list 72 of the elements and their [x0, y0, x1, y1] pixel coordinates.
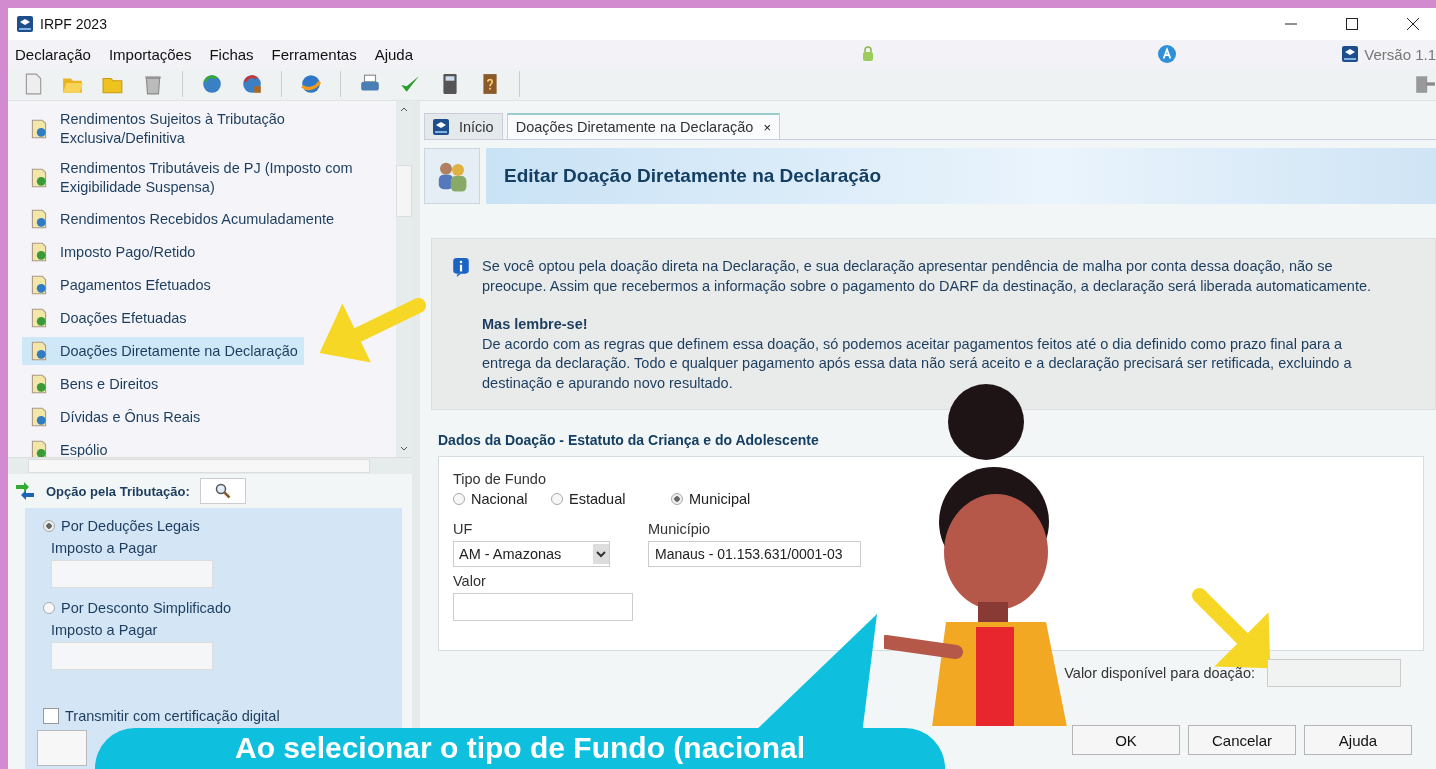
field-label: Valor disponível para doação: [1064, 665, 1255, 681]
close-icon[interactable] [1406, 17, 1420, 31]
sidebar-item[interactable]: Dívidas e Ônus Reais [22, 403, 205, 431]
menu-item[interactable]: Fichas [209, 45, 254, 63]
state-dropdown[interactable]: AM - Amazonas [453, 541, 610, 567]
sidebar-item[interactable]: Pagamentos Efetuados [22, 271, 215, 299]
menu-item[interactable]: Importações [108, 45, 192, 63]
dialog-button[interactable]: OK [1072, 725, 1180, 755]
field-label: UF [453, 521, 474, 537]
field-label: Município [648, 521, 712, 537]
sidebar-item[interactable]: Rendimentos Recebidos Acumuladamente [22, 205, 339, 233]
accessibility-icon[interactable] [1158, 45, 1177, 63]
sidebar-item[interactable]: Imposto Pago/Retido [22, 238, 200, 266]
radio-label: Nacional [471, 491, 528, 507]
field-label: Imposto a Pagar [51, 540, 159, 556]
action-button[interactable] [37, 730, 87, 766]
tab[interactable]: Doações Diretamente na Declaração × [506, 113, 781, 139]
tax-amount-field[interactable] [51, 642, 213, 670]
globe-icon[interactable] [300, 73, 322, 95]
version-label: Versão 1.1 [1364, 45, 1436, 63]
dropdown-caret-icon[interactable] [593, 544, 609, 564]
tab[interactable]: Início [424, 113, 503, 139]
radio-button[interactable] [43, 520, 55, 532]
tax-option-label: Opção pela Tributação: [46, 483, 190, 499]
page-title: Editar Doação Diretamente na Declaração [504, 165, 881, 187]
sidebar-item[interactable]: Rendimentos Sujeitos à Tributação Exclusiva/Definitiva [22, 107, 384, 151]
radio-label: Por Deduções Legais [61, 518, 200, 534]
lock-icon [862, 46, 875, 62]
tax-amount-field[interactable] [51, 560, 213, 588]
sidebar-item[interactable]: Rendimentos Tributáveis de PJ (Imposto com Exigibilidade Suspensa) [22, 156, 384, 200]
sidebar-item[interactable]: Bens e Direitos [22, 370, 163, 398]
tab-close-button[interactable]: × [763, 119, 772, 135]
field-label: Imposto a Pagar [51, 622, 159, 638]
dialog-button[interactable]: Ajuda [1304, 725, 1412, 755]
sidebar-item[interactable]: Doações Efetuadas [22, 304, 191, 332]
info-paragraph: Se você optou pela doação direta na Declaração, e sua declaração apresentar pendência de malha por conta dessa doação, não se preocupe. Assim que recebermos a informação sobre o pagamento do DARF da destinação, a declaração será liberada automaticamente. [482, 257, 1373, 296]
radio-button[interactable] [671, 493, 683, 505]
swap-arrows-icon [14, 481, 36, 501]
sidebar-item[interactable]: Doações Diretamente na Declaração [22, 337, 304, 365]
speech-text: Ao selecionar o tipo de Fundo (nacional [234, 731, 805, 766]
info-icon [452, 257, 470, 277]
section-title: Dados da Doação - Estatuto da Criança e do Adolescente [438, 432, 820, 448]
search-button[interactable] [199, 478, 246, 504]
info-heading: Mas lembre-se! [482, 315, 589, 334]
app-logo-icon [17, 16, 33, 32]
menu-item[interactable]: Ferramentas [271, 45, 357, 63]
menu-item[interactable]: Ajuda [374, 45, 413, 63]
municipality-field[interactable]: Manaus - 01.153.631/0001-03 [648, 541, 861, 567]
field-label: Tipo de Fundo [453, 471, 547, 487]
radio-button[interactable] [551, 493, 563, 505]
maximize-icon[interactable] [1345, 17, 1359, 31]
menu-item[interactable]: Declaração [15, 45, 91, 63]
info-paragraph: De acordo com as regras que definem essa doação, só podemos aceitar pagamentos feitos até o dia definido como prazo final para a entrega da declaração. Todo e qualquer pagamento após essa data não será aceito e a declaração precisará ser retificada, excluindo a destinação e apurando novo resultado. [482, 334, 1353, 393]
search-icon [214, 483, 231, 499]
checkbox[interactable] [43, 708, 59, 724]
radio-label: Por Desconto Simplificado [61, 600, 232, 616]
radio-button[interactable] [43, 602, 55, 614]
app-logo-icon [1342, 46, 1359, 62]
radio-label: Municipal [689, 491, 751, 507]
horizontal-scrollbar[interactable] [8, 457, 412, 474]
app-logo-icon [433, 118, 449, 135]
dialog-button[interactable]: Cancelar [1188, 725, 1296, 755]
vertical-scrollbar[interactable] [396, 101, 412, 457]
radio-label: Estadual [569, 491, 626, 507]
scrollbar-thumb[interactable] [396, 165, 412, 217]
trash-icon[interactable] [142, 73, 164, 95]
window-title: IRPF 2023 [40, 16, 107, 32]
value-input-field[interactable] [453, 593, 633, 621]
scrollbar-thumb[interactable] [28, 459, 370, 473]
radio-button[interactable] [453, 493, 465, 505]
field-label: Valor [453, 573, 487, 589]
checkbox-label: Transmitir com certificação digital [65, 708, 280, 724]
